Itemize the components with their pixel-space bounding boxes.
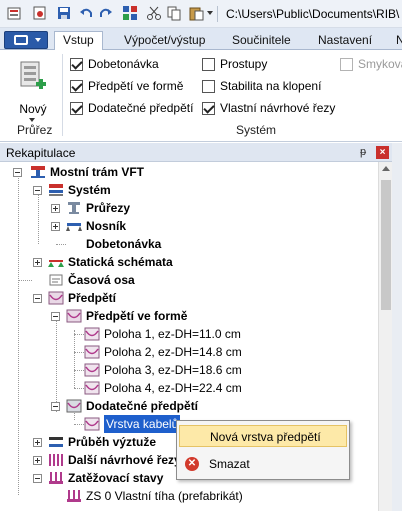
new-button-label: Nový xyxy=(19,102,47,116)
tree-scrollbar[interactable] xyxy=(378,162,392,511)
check-stabilita-na-klopeni[interactable]: Stabilita na klopení xyxy=(202,79,321,95)
static-scheme-icon xyxy=(48,260,64,267)
collapse-toggle[interactable] xyxy=(33,294,42,303)
expand-toggle[interactable] xyxy=(33,438,42,447)
grid-icon[interactable] xyxy=(122,5,138,21)
tree-guide-line xyxy=(74,330,75,388)
checkbox-disabled-icon xyxy=(340,58,353,71)
checkbox-checked-icon[interactable] xyxy=(202,102,215,115)
panel-title: Rekapitulace xyxy=(6,146,76,160)
app-icon[interactable] xyxy=(6,5,22,21)
design-section-icon xyxy=(49,454,63,466)
tree-guide-line xyxy=(56,244,66,245)
open-icon[interactable] xyxy=(32,5,48,21)
tree-guide-line xyxy=(74,334,84,335)
check-dobetonavka[interactable]: Dobetonávka xyxy=(70,57,159,73)
checkbox-icon[interactable] xyxy=(202,80,215,93)
panel-right-edge xyxy=(392,143,402,511)
checkbox-checked-icon[interactable] xyxy=(70,102,83,115)
context-menu: Nová vrstva předpětí ✕ Smazat xyxy=(176,420,350,480)
tree-guide-line xyxy=(18,280,32,281)
cable-layer-icon xyxy=(84,417,100,431)
tree-guide-line xyxy=(56,312,57,412)
tab-nastaveni[interactable]: Nastavení xyxy=(310,32,380,50)
beam-icon xyxy=(31,166,45,178)
group-label-prurez: Průřez xyxy=(17,123,53,137)
undo-icon[interactable] xyxy=(78,5,94,21)
tree-guide-line xyxy=(74,388,84,389)
tree-guide-line xyxy=(74,370,84,371)
tendon-position-icon xyxy=(84,381,100,395)
collapse-toggle[interactable] xyxy=(13,168,22,177)
qat-separator xyxy=(217,6,218,22)
qat-dropdown-icon[interactable] xyxy=(207,11,213,15)
tendon-position-icon xyxy=(84,327,100,341)
check-vlastni-navrhove-rezy[interactable]: Vlastní návrhové řezy xyxy=(202,101,335,117)
tab-n[interactable]: N xyxy=(388,32,402,50)
timeline-icon xyxy=(49,274,63,286)
post-tension-icon xyxy=(66,399,82,413)
check-predpeti-ve-forme[interactable]: Předpětí ve formě xyxy=(70,79,183,95)
tree-guide-line xyxy=(38,192,39,244)
collapse-toggle[interactable] xyxy=(33,186,42,195)
delete-icon: ✕ xyxy=(185,457,199,471)
expand-toggle[interactable] xyxy=(51,204,60,213)
tree-guide-line xyxy=(18,175,19,495)
tab-vypocet-vystup[interactable]: Výpočet/výstup xyxy=(116,32,213,50)
close-icon[interactable]: × xyxy=(376,146,389,159)
copy-icon[interactable] xyxy=(166,5,182,21)
collapse-toggle[interactable] xyxy=(33,474,42,483)
scroll-up-icon[interactable] xyxy=(382,166,390,171)
quick-access-toolbar: C:\Users\Public\Documents\RIB\ xyxy=(0,0,402,28)
redo-icon[interactable] xyxy=(98,5,114,21)
check-dodatecne-predpeti[interactable]: Dodatečné předpětí xyxy=(70,101,193,117)
expand-toggle[interactable] xyxy=(51,222,60,231)
check-smykova: Smyková xyxy=(340,57,402,73)
tendon-position-icon xyxy=(84,363,100,377)
tree-guide-line xyxy=(74,424,84,425)
recap-panel-header: Rekapitulace ᵽ × xyxy=(0,143,392,162)
ribbon-panel: Nový Průřez Dobetonávka Předpětí ve form… xyxy=(0,50,402,142)
scrollbar-thumb[interactable] xyxy=(381,180,391,310)
selected-node-label: Vrstva kabelů xyxy=(104,415,181,433)
pin-icon[interactable]: ᵽ xyxy=(360,146,366,158)
checkbox-checked-icon[interactable] xyxy=(70,58,83,71)
system-icon xyxy=(49,184,63,196)
checkbox-icon[interactable] xyxy=(202,58,215,71)
prestress-icon xyxy=(66,309,82,323)
ribbon-tab-bar: Vstup Výpočet/výstup Součinitele Nastave… xyxy=(0,28,402,51)
group-separator xyxy=(62,54,63,136)
paste-icon[interactable] xyxy=(188,5,204,21)
expand-toggle[interactable] xyxy=(33,258,42,267)
load-case-icon xyxy=(67,490,81,502)
reinforcement-icon xyxy=(49,437,63,447)
cut-icon[interactable] xyxy=(146,5,162,21)
cross-section-icon xyxy=(68,202,80,214)
tab-soucinitele[interactable]: Součinitele xyxy=(224,32,299,50)
new-button[interactable]: Nový xyxy=(14,58,52,122)
menu-item-delete[interactable]: ✕ Smazat xyxy=(179,453,347,475)
tree-guide-line xyxy=(74,352,84,353)
new-dropdown-icon xyxy=(29,118,35,122)
tendon-position-icon xyxy=(84,345,100,359)
new-section-icon xyxy=(20,61,46,89)
collapse-toggle[interactable] xyxy=(51,402,60,411)
tab-vstup[interactable]: Vstup xyxy=(54,31,103,51)
application-menu-button[interactable] xyxy=(4,31,48,49)
group-label-system: Systém xyxy=(236,123,277,137)
expand-toggle[interactable] xyxy=(33,456,42,465)
check-prostupy[interactable]: Prostupy xyxy=(202,57,267,73)
prestress-icon xyxy=(48,291,64,305)
girder-icon xyxy=(66,223,82,231)
checkbox-checked-icon[interactable] xyxy=(70,80,83,93)
collapse-toggle[interactable] xyxy=(51,312,60,321)
file-path: C:\Users\Public\Documents\RIB\ xyxy=(226,7,400,21)
save-icon[interactable] xyxy=(56,5,72,21)
menu-item-new-prestress-layer[interactable]: Nová vrstva předpětí xyxy=(179,425,347,447)
load-case-icon xyxy=(49,472,63,484)
